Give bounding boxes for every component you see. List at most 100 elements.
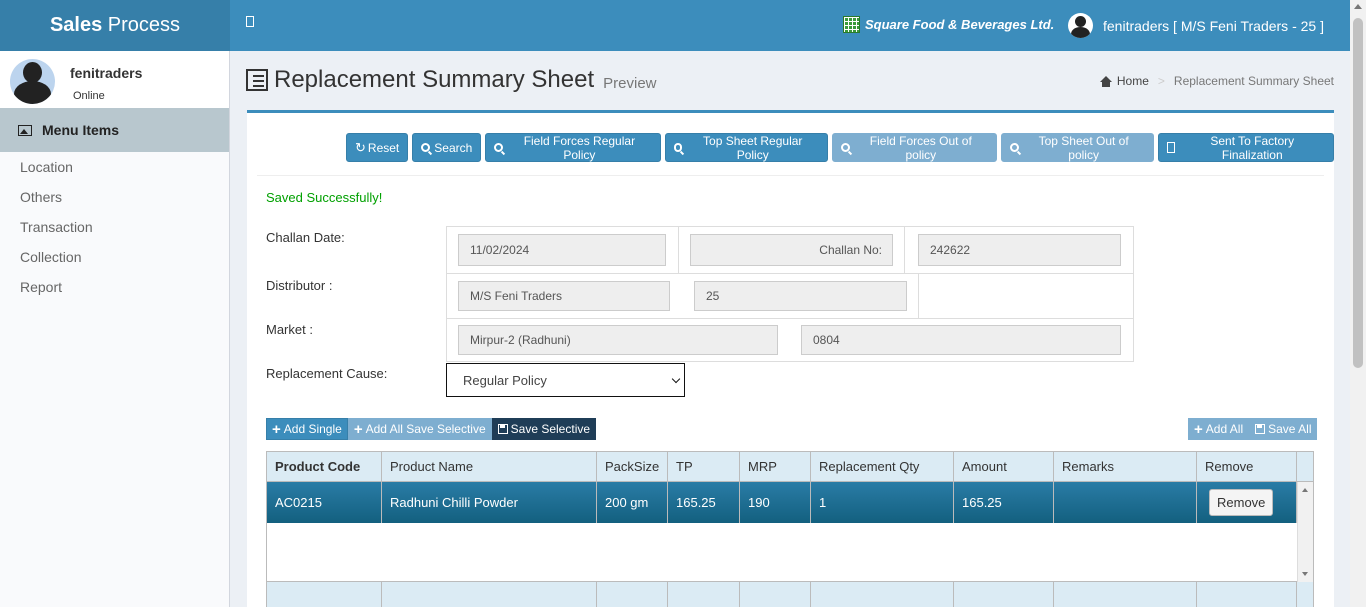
add-all-button[interactable]: + Add All [1188, 418, 1250, 440]
market-name-input[interactable]: Mirpur-2 (Radhuni) [458, 325, 778, 355]
scroll-up-icon[interactable] [1354, 4, 1362, 9]
user-menu-label: fenitraders [ M/S Feni Traders - 25 ] [1103, 17, 1324, 34]
sidebar-user-status: Online [73, 90, 105, 102]
field-forces-regular-button[interactable]: Field Forces Regular Policy [485, 133, 661, 162]
scrollbar-thumb[interactable] [1353, 18, 1363, 368]
breadcrumb-home[interactable]: Home [1117, 74, 1149, 88]
breadcrumb-separator: > [1157, 74, 1165, 88]
sidebar-item-collection[interactable]: Collection [0, 242, 229, 272]
distributor-divider [918, 273, 919, 319]
success-message: Saved Successfully! [266, 190, 383, 205]
sidebar-item-others[interactable]: Others [0, 182, 229, 212]
add-single-button[interactable]: + Add Single [266, 418, 348, 440]
col-amount: Amount [954, 452, 1054, 481]
sidebar-item-transaction[interactable]: Transaction [0, 212, 229, 242]
add-all-save-selective-label: Add All Save Selective [365, 422, 486, 436]
brand-bold: Sales [49, 14, 103, 36]
top-navbar: Sales Process Square Food & Beverages Lt… [0, 0, 1350, 51]
col-remarks: Remarks [1054, 452, 1197, 481]
distributor-name-input[interactable]: M/S Feni Traders [458, 281, 670, 311]
document-icon [1166, 142, 1175, 153]
search-icon [421, 143, 431, 152]
save-all-button[interactable]: Save All [1249, 418, 1318, 440]
factory-finalization-button[interactable]: Sent To Factory Finalization [1157, 133, 1334, 162]
user-menu[interactable]: fenitraders [ M/S Feni Traders - 25 ] [1068, 13, 1324, 38]
user-panel: fenitraders Online [0, 51, 229, 108]
cell-packsize: 200 gm [597, 482, 668, 523]
market-code-input[interactable]: 0804 [801, 325, 1121, 355]
challan-no-input[interactable]: 242622 [918, 234, 1121, 266]
distributor-label: Distributor : [266, 278, 333, 293]
search-icon [673, 143, 683, 152]
menu-header-label: Menu Items [42, 122, 120, 138]
top-sheet-out-button[interactable]: Top Sheet Out of policy [1000, 133, 1154, 162]
sidebar: fenitraders Online Menu Items Location O… [0, 51, 230, 607]
menu-items-header[interactable]: Menu Items [0, 108, 229, 152]
sidebar-toggle-icon[interactable] [246, 16, 254, 27]
page-title-text: Replacement Summary Sheet [274, 66, 595, 93]
breadcrumb: Home > Replacement Summary Sheet [1099, 74, 1334, 88]
footer-cell [668, 582, 740, 607]
col-replacement-qty: Replacement Qty [811, 452, 954, 481]
cell-amount: 165.25 [954, 482, 1054, 523]
replacement-cause-select[interactable]: Regular Policy [446, 363, 685, 397]
list-icon [246, 69, 268, 91]
save-all-label: Save All [1268, 422, 1312, 436]
table-header: Product Code Product Name PackSize TP MR… [267, 452, 1313, 482]
table-footer [267, 581, 1313, 607]
toolbar: ↻ Reset Search Field Forces Regular Polic… [346, 133, 1334, 162]
save-selective-label: Save Selective [510, 422, 591, 436]
image-icon [18, 124, 32, 136]
table-scrollbar[interactable] [1297, 482, 1313, 582]
sidebar-menu: Location Others Transaction Collection R… [0, 152, 229, 302]
page-scrollbar[interactable] [1350, 0, 1366, 607]
footer-cell [1197, 582, 1297, 607]
scroll-up-icon[interactable] [1302, 488, 1308, 492]
cell-mrp: 190 [740, 482, 811, 523]
plus-icon: + [1194, 420, 1203, 438]
distributor-code-input[interactable]: 25 [694, 281, 907, 311]
replacement-cause-label: Replacement Cause: [266, 366, 388, 381]
add-single-label: Add Single [283, 422, 342, 436]
breadcrumb-current: Replacement Summary Sheet [1173, 74, 1334, 88]
ff-out-label: Field Forces Out of policy [869, 133, 972, 162]
home-icon [1099, 75, 1112, 87]
plus-icon: + [272, 420, 281, 438]
footer-cell [267, 582, 382, 607]
cell-remarks[interactable] [1054, 482, 1197, 523]
challan-date-input[interactable]: 11/02/2024 [458, 234, 666, 266]
market-label: Market : [266, 322, 313, 337]
add-all-save-selective-button[interactable]: + Add All Save Selective [347, 418, 492, 440]
scroll-down-icon[interactable] [1302, 572, 1308, 576]
col-remove: Remove [1197, 452, 1297, 481]
save-selective-button[interactable]: Save Selective [491, 418, 597, 440]
factory-label: Sent To Factory Finalization [1210, 133, 1295, 162]
search-icon [840, 143, 850, 152]
add-all-label: Add All [1205, 422, 1244, 436]
challan-no-label-input: Challan No: [690, 234, 893, 266]
sidebar-item-location[interactable]: Location [0, 152, 229, 182]
col-tp: TP [668, 452, 740, 481]
save-icon [1255, 424, 1266, 434]
company-label: Square Food & Beverages Ltd. [865, 17, 1055, 32]
search-button[interactable]: Search [412, 133, 482, 162]
content-header: Replacement Summary Sheet Preview Home >… [246, 64, 1336, 104]
sidebar-username: fenitraders [70, 65, 143, 81]
app-logo[interactable]: Sales Process [0, 0, 230, 51]
reset-label: Reset [367, 140, 400, 155]
top-sheet-regular-button[interactable]: Top Sheet Regular Policy [664, 133, 828, 162]
cell-replacement-qty[interactable]: 1 [811, 482, 954, 523]
ts-out-label: Top Sheet Out of policy [1038, 133, 1129, 162]
col-packsize: PackSize [597, 452, 668, 481]
cell-product-name: Radhuni Chilli Powder [382, 482, 597, 523]
ff-regular-label: Field Forces Regular Policy [523, 133, 636, 162]
table-row[interactable]: AC0215 Radhuni Chilli Powder 200 gm 165.… [267, 482, 1313, 523]
remove-button[interactable]: Remove [1209, 489, 1274, 516]
field-forces-out-button[interactable]: Field Forces Out of policy [831, 133, 997, 162]
reset-button[interactable]: ↻ Reset [346, 133, 409, 162]
table-actions-left: + Add Single + Add All Save Selective Save… [266, 418, 597, 440]
sidebar-item-report[interactable]: Report [0, 272, 229, 302]
table-actions-right: + Add All Save All [1188, 418, 1318, 440]
page-title: Replacement Summary Sheet Preview [246, 66, 657, 94]
search-icon [1009, 143, 1019, 152]
